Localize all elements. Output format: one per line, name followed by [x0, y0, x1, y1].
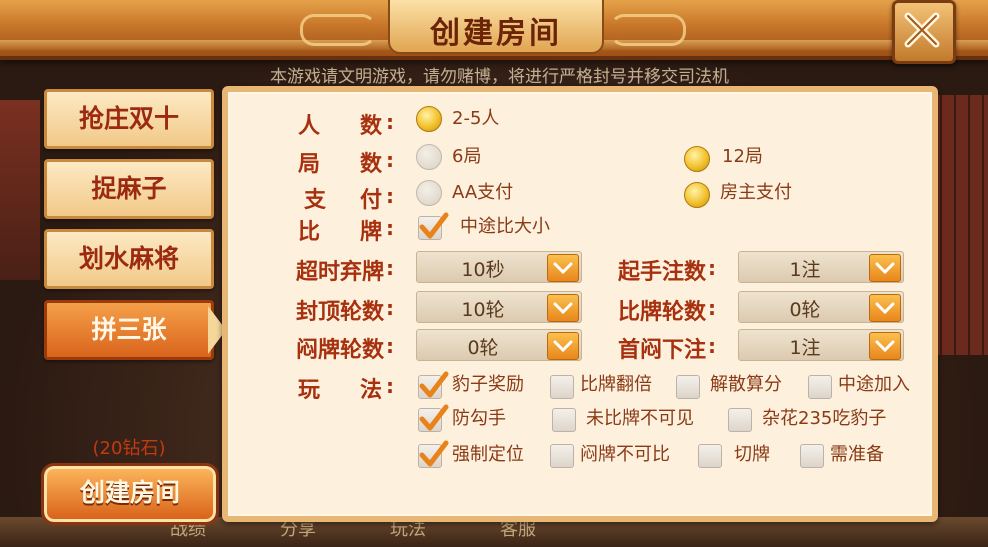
- select-value: 10秒: [461, 259, 505, 281]
- players-label: 数: [360, 114, 383, 139]
- rule-checkbox-force-location[interactable]: [418, 440, 449, 468]
- players-label: 人: [298, 114, 321, 139]
- rounds-option-label: 12局: [722, 146, 763, 167]
- chevron-down-icon: [547, 254, 579, 282]
- tab-zhuomazi[interactable]: 捉麻子: [44, 159, 214, 219]
- rules-label: 玩: [298, 378, 321, 403]
- rule-option-label: 未比牌不可见: [586, 408, 694, 429]
- rule-checkbox-dissolve-score[interactable]: [676, 375, 700, 399]
- first-blind-bet-select[interactable]: 1注: [738, 329, 904, 361]
- background-decoration: [0, 100, 40, 280]
- rule-checkbox-mixed-235[interactable]: [728, 408, 752, 432]
- compare-label: 比: [298, 220, 321, 245]
- payment-radio-owner[interactable]: [684, 182, 710, 208]
- page-title: 创建房间: [430, 16, 562, 51]
- rule-option-label: 比牌翻倍: [580, 374, 652, 395]
- close-icon: [904, 12, 940, 48]
- title-scroll-decoration: [610, 14, 686, 46]
- select-value: 10轮: [461, 299, 505, 321]
- colon: :: [708, 296, 716, 320]
- compare-option-label: 中途比大小: [460, 216, 550, 237]
- blind-rounds-label: 闷牌轮数: [296, 338, 385, 363]
- rounds-radio-6[interactable]: [416, 144, 442, 170]
- chevron-down-icon: [869, 294, 901, 322]
- compare-rounds-select[interactable]: 0轮: [738, 291, 904, 323]
- select-value: 0轮: [789, 299, 821, 321]
- checkmark-icon: [419, 404, 449, 431]
- rule-checkbox-blind-no-compare[interactable]: [550, 444, 574, 468]
- payment-radio-aa[interactable]: [416, 180, 442, 206]
- rule-checkbox-anti-hook[interactable]: [418, 404, 449, 432]
- payment-label: 支: [304, 188, 327, 213]
- tab-qiangzhuang[interactable]: 抢庄双十: [44, 89, 214, 149]
- close-button[interactable]: [892, 0, 956, 64]
- rounds-option-label: 6局: [452, 146, 482, 167]
- cap-rounds-select[interactable]: 10轮: [416, 291, 582, 323]
- select-value: 0轮: [467, 337, 499, 359]
- chevron-down-icon: [547, 294, 579, 322]
- players-radio[interactable]: [416, 106, 442, 132]
- first-blind-bet-label: 首闷下注: [618, 338, 707, 363]
- rule-option-label: 切牌: [734, 444, 770, 465]
- players-option-label: 2-5人: [452, 108, 500, 129]
- chevron-down-icon: [869, 332, 901, 360]
- compare-label: 牌: [360, 220, 383, 245]
- compare-rounds-label: 比牌轮数: [618, 300, 707, 325]
- rule-checkbox-midway-join[interactable]: [808, 375, 832, 399]
- rule-option-label: 需准备: [830, 444, 884, 465]
- rule-option-label: 中途加入: [838, 374, 910, 395]
- rule-checkbox-need-ready[interactable]: [800, 444, 824, 468]
- start-bet-select[interactable]: 1注: [738, 251, 904, 283]
- colon: :: [386, 216, 394, 240]
- colon: :: [386, 184, 394, 208]
- colon: :: [386, 110, 394, 134]
- rule-checkbox-compare-double[interactable]: [550, 375, 574, 399]
- rule-option-label: 杂花235吃豹子: [762, 408, 887, 429]
- colon: :: [708, 334, 716, 358]
- title-scroll-decoration: [300, 14, 376, 46]
- timeout-fold-select[interactable]: 10秒: [416, 251, 582, 283]
- select-value: 1注: [789, 259, 821, 281]
- rule-option-label: 豹子奖励: [452, 374, 524, 395]
- chevron-down-icon: [869, 254, 901, 282]
- checkmark-icon: [419, 212, 449, 239]
- tab-pinsanzhang[interactable]: 拼三张: [44, 300, 214, 360]
- compare-checkbox[interactable]: [418, 212, 449, 240]
- rule-checkbox-unseen-uncompared[interactable]: [552, 408, 576, 432]
- payment-option-label: AA支付: [452, 182, 514, 203]
- colon: :: [386, 148, 394, 172]
- title-plate: 创建房间: [388, 0, 604, 54]
- colon: :: [386, 256, 394, 280]
- tab-huashui[interactable]: 划水麻将: [44, 229, 214, 289]
- checkmark-icon: [419, 371, 449, 398]
- colon: :: [708, 256, 716, 280]
- start-bet-label: 起手注数: [618, 260, 707, 285]
- rounds-label: 数: [360, 152, 383, 177]
- colon: :: [386, 334, 394, 358]
- payment-option-label: 房主支付: [720, 182, 792, 203]
- notice-text: 本游戏请文明游戏，请勿赌博，将进行严格封号并移交司法机: [270, 67, 729, 87]
- cap-rounds-label: 封顶轮数: [296, 300, 385, 325]
- timeout-fold-label: 超时弃牌: [296, 260, 385, 285]
- cost-label: (20钻石): [92, 438, 166, 459]
- payment-label: 付: [360, 188, 383, 213]
- rule-option-label: 防勾手: [452, 408, 506, 429]
- colon: :: [386, 374, 394, 398]
- select-value: 1注: [789, 337, 821, 359]
- create-room-button[interactable]: 创建房间: [41, 463, 219, 525]
- rules-label: 法: [360, 378, 383, 403]
- rule-option-label: 闷牌不可比: [580, 444, 670, 465]
- rule-option-label: 解散算分: [710, 374, 782, 395]
- rule-checkbox-cut-cards[interactable]: [698, 444, 722, 468]
- rule-checkbox-leopard-bonus[interactable]: [418, 371, 449, 399]
- rule-option-label: 强制定位: [452, 444, 524, 465]
- colon: :: [386, 296, 394, 320]
- checkmark-icon: [419, 440, 449, 467]
- rounds-label: 局: [298, 152, 321, 177]
- chevron-down-icon: [547, 332, 579, 360]
- blind-rounds-select[interactable]: 0轮: [416, 329, 582, 361]
- title-bar: 创建房间: [0, 0, 988, 64]
- rounds-radio-12[interactable]: [684, 146, 710, 172]
